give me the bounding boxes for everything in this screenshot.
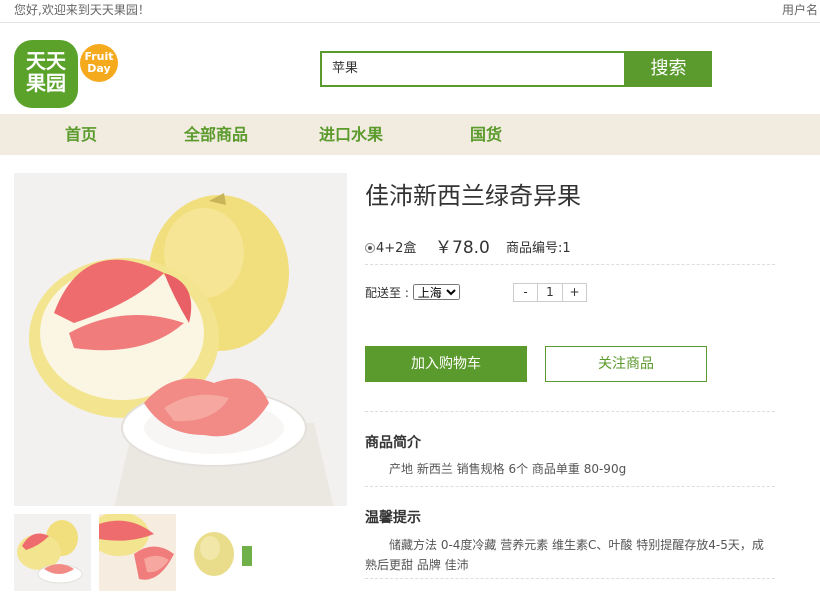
fruit-day-badge: Fruit Day [80,44,118,82]
username-link[interactable]: 用户名 [782,1,818,18]
spec-option[interactable]: 4+2盒 [365,237,416,256]
divider [365,411,775,412]
product-main-image [14,173,347,506]
welcome-text: 您好,欢迎来到天天果园！ [14,3,150,17]
product-title: 佳沛新西兰绿奇异果 [365,182,581,210]
site-logo[interactable]: 天天 果园 Fruit Day [14,38,118,110]
qty-minus-button[interactable]: - [514,284,538,301]
search-button[interactable]: 搜索 [625,51,712,87]
logo-text-line1: 天天 [26,49,66,73]
tips-body: 储藏方法 0-4度冷藏 营养元素 维生素C、叶酸 特别提醒存放4-5天，成熟后更… [365,538,764,572]
intro-title: 商品简介 [365,435,421,451]
shipping-selector: 配送至 : 上海 [365,284,460,301]
qty-input[interactable]: 1 [538,284,562,301]
logo-badge: 天天 果园 [14,40,78,108]
quantity-stepper: - 1 + [513,283,587,302]
spec-option-label: 4+2盒 [376,241,417,256]
nav-item-domestic[interactable]: 国货 [470,114,502,155]
nav-item-all-products[interactable]: 全部商品 [184,114,248,155]
thumbnail-2[interactable] [99,514,176,591]
product-price: ￥78.0 [435,238,490,258]
pomelo-image [14,173,347,506]
logo-text-line2: 果园 [26,71,66,95]
divider [365,486,775,487]
add-to-cart-button[interactable]: 加入购物车 [365,346,527,382]
intro-body: 产地 新西兰 销售规格 6个 商品单重 80-90g [389,462,627,476]
nav-item-home[interactable]: 首页 [65,114,97,155]
divider [365,578,775,579]
search-input[interactable]: 苹果 [320,51,626,87]
price-row: 4+2盒 ￥78.0 商品编号:1 [365,234,775,265]
search-bar: 苹果 搜索 [320,51,712,87]
thumbnail-3[interactable] [184,514,261,591]
ship-label: 配送至 : [365,286,409,300]
thumbnail-image [14,514,91,591]
ship-city-select[interactable]: 上海 [412,284,460,300]
nav-item-imported-fruit[interactable]: 进口水果 [319,114,383,155]
logo-day-text: Day [87,62,111,75]
follow-product-button[interactable]: 关注商品 [545,346,707,382]
product-code: 商品编号:1 [506,241,571,256]
radio-selected-icon[interactable] [365,243,375,253]
qty-plus-button[interactable]: + [562,284,586,301]
thumbnail-image [99,514,176,591]
thumbnail-image [184,514,261,591]
tips-title: 温馨提示 [365,510,421,526]
top-bar: 您好,欢迎来到天天果园！ 用户名 [0,0,820,23]
thumbnail-1[interactable] [14,514,91,591]
main-nav: 首页 全部商品 进口水果 国货 [0,114,820,155]
